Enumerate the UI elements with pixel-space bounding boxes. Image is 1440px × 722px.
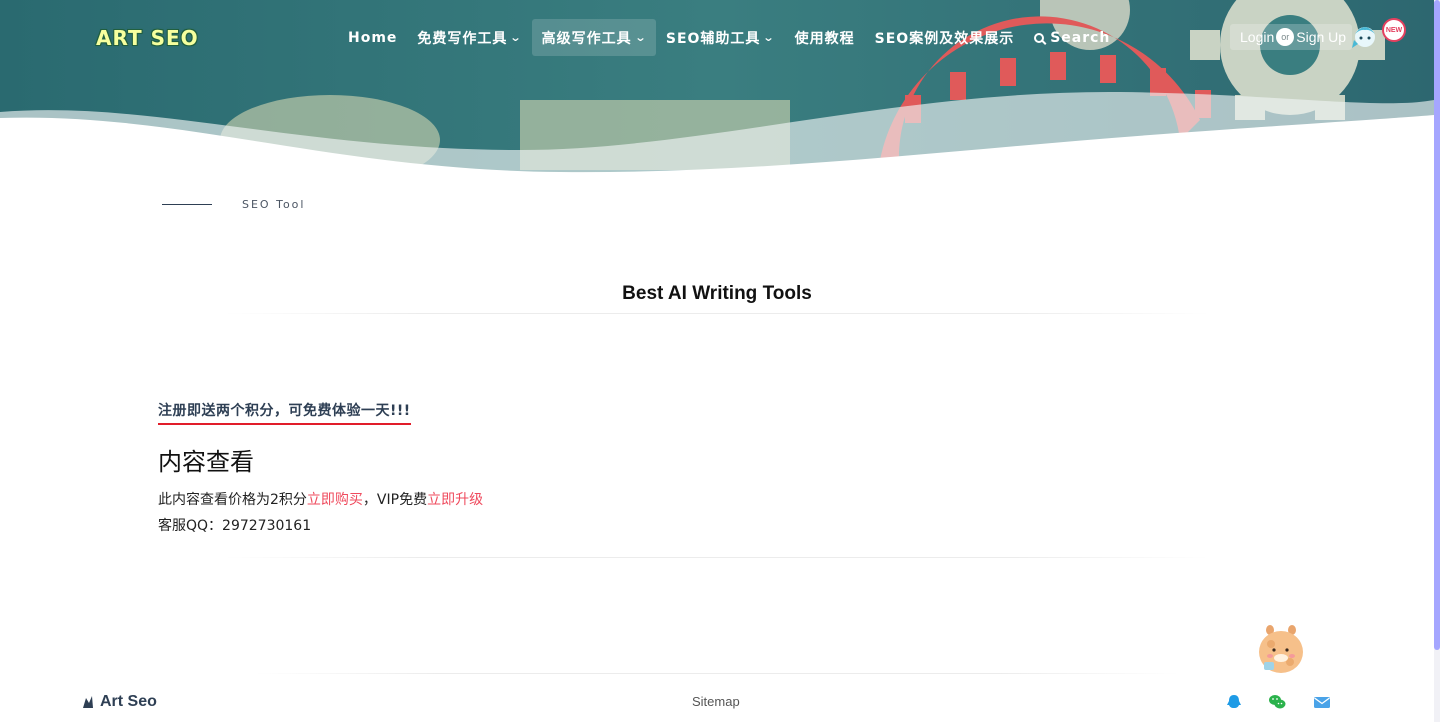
- giraffe-mascot-icon[interactable]: [1256, 622, 1308, 678]
- nav-tutorials-label: 使用教程: [794, 30, 855, 47]
- nav-home-label: Home: [348, 29, 398, 46]
- new-badge: NEW: [1382, 18, 1406, 42]
- chevron-down-icon: ⌄: [509, 31, 524, 44]
- divider: [225, 313, 1210, 314]
- nav-advanced-writing-tools[interactable]: 高级写作工具 ⌄: [531, 19, 656, 56]
- footer-brand-label: Art Seo: [100, 693, 157, 710]
- page-title: Best AI Writing Tools: [622, 283, 812, 304]
- page-scrollbar[interactable]: [1434, 0, 1440, 722]
- or-divider: or: [1276, 28, 1295, 46]
- footer-logo-icon: [83, 696, 93, 708]
- promo-text: 注册即送两个积分，可免费体验一天!!!: [158, 400, 411, 425]
- signup-link[interactable]: Sign Up: [1296, 29, 1346, 45]
- auth-box: Login or Sign Up: [1230, 24, 1352, 50]
- nav-home[interactable]: Home: [338, 19, 407, 56]
- search-icon: [1034, 32, 1045, 43]
- mascot-avatar-icon[interactable]: [1350, 20, 1380, 50]
- nav-tutorials[interactable]: 使用教程: [785, 19, 865, 56]
- main-nav: Home 免费写作工具 ⌄ 高级写作工具 ⌄ SEO辅助工具 ⌄ 使用教程 SEO案例…: [338, 19, 1120, 56]
- breadcrumb-line: [162, 204, 212, 205]
- breadcrumb[interactable]: SEO Tool: [242, 198, 305, 211]
- nav-search-label: Search: [1050, 29, 1111, 46]
- divider: [225, 557, 1210, 558]
- scrollbar-thumb[interactable]: [1434, 0, 1440, 650]
- footer-brand[interactable]: Art Seo: [80, 693, 157, 711]
- price-line: 此内容查看价格为2积分立即购买，VIP免费立即升级: [158, 489, 483, 509]
- upgrade-link[interactable]: 立即升级: [427, 492, 483, 508]
- nav-free-writing-tools-label: 免费写作工具: [417, 30, 508, 47]
- support-qq: 客服QQ：2972730161: [158, 518, 312, 534]
- qq-icon[interactable]: [1225, 694, 1243, 710]
- nav-advanced-writing-tools-label: 高级写作工具: [541, 30, 632, 47]
- chevron-down-icon: ⌄: [762, 31, 777, 44]
- nav-free-writing-tools[interactable]: 免费写作工具 ⌄: [407, 19, 531, 56]
- nav-seo-aux-tools-label: SEO辅助工具: [665, 30, 761, 47]
- sitemap-link[interactable]: Sitemap: [692, 694, 740, 709]
- nav-seo-cases[interactable]: SEO案例及效果展示: [865, 19, 1025, 56]
- vip-text: ，VIP免费: [362, 492, 428, 508]
- wechat-icon[interactable]: [1268, 694, 1286, 710]
- buy-now-link[interactable]: 立即购买: [307, 492, 363, 508]
- nav-seo-aux-tools[interactable]: SEO辅助工具 ⌄: [656, 19, 785, 56]
- nav-search[interactable]: Search: [1024, 19, 1120, 56]
- login-link[interactable]: Login: [1240, 29, 1274, 45]
- footer-divider: [255, 673, 1180, 674]
- email-icon[interactable]: [1313, 694, 1331, 710]
- price-text: 此内容查看价格为2积分: [158, 492, 307, 508]
- section-heading: 内容查看: [158, 448, 254, 476]
- site-logo[interactable]: ART SEO: [96, 26, 199, 50]
- nav-seo-cases-label: SEO案例及效果展示: [874, 30, 1015, 47]
- chevron-down-icon: ⌄: [634, 31, 648, 44]
